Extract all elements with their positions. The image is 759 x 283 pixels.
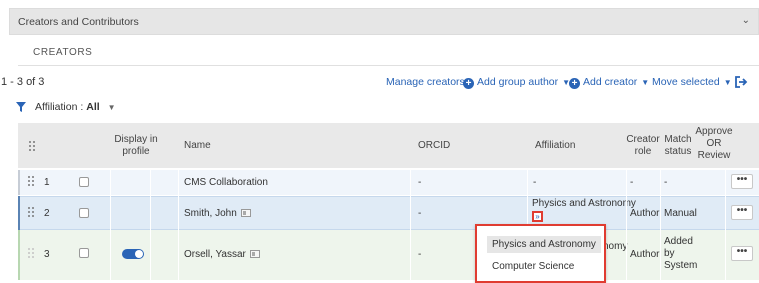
section-title: Creators and Contributors — [18, 15, 139, 28]
add-creator-button[interactable]: + Add creator ▼ — [569, 76, 649, 89]
creator-name-cell[interactable]: Smith, John — [184, 208, 251, 219]
row-number: 3 — [44, 249, 50, 260]
manage-creators-link[interactable]: Manage creators — [386, 76, 465, 88]
drag-handle-icon[interactable] — [29, 141, 37, 152]
column-divider — [178, 170, 179, 280]
display-in-profile-toggle[interactable] — [122, 249, 144, 259]
column-divider — [725, 170, 726, 280]
table-row[interactable] — [18, 170, 759, 195]
tab-creators[interactable]: CREATORS — [33, 47, 92, 58]
column-approve-line2: OR — [706, 138, 722, 149]
match-status-line1: Added — [664, 236, 693, 247]
filter-icon — [16, 102, 26, 112]
column-approve-line3: Review — [697, 150, 731, 161]
creator-name[interactable]: CMS Collaboration — [184, 177, 268, 188]
expand-icon[interactable]: » — [532, 211, 543, 222]
affiliation-value: - — [533, 177, 537, 188]
row-checkbox[interactable] — [79, 248, 89, 258]
creator-name: Smith, John — [184, 208, 237, 219]
match-status-value: - — [664, 177, 668, 188]
creator-name: Orsell, Yassar — [184, 249, 246, 260]
column-divider — [626, 170, 627, 280]
row-actions-button[interactable]: ••• — [731, 246, 753, 261]
orcid-value: - — [418, 249, 422, 260]
match-status-value: Manual — [664, 208, 697, 219]
orcid-value: - — [418, 177, 422, 188]
column-divider — [410, 170, 411, 280]
row-number: 1 — [44, 177, 50, 188]
row-checkbox[interactable] — [79, 177, 89, 187]
toolbar: 1 - 3 of 3 Manage creators + Add group au… — [0, 74, 759, 90]
row-indicator — [18, 230, 20, 280]
row-actions-button[interactable]: ••• — [731, 205, 753, 220]
orcid-value: - — [418, 208, 422, 219]
tab-divider — [18, 65, 759, 66]
column-display-line1: Display in — [114, 134, 158, 145]
filter-label: Affiliation : — [35, 101, 84, 113]
column-role-line1: Creator — [626, 134, 660, 145]
chevron-down-icon: ▼ — [641, 78, 650, 87]
row-indicator — [18, 196, 20, 230]
move-selected-label: Move selected — [652, 76, 720, 88]
add-group-author-label: Add group author — [477, 76, 559, 88]
add-creator-label: Add creator — [583, 76, 638, 88]
creator-role-value: - — [630, 177, 634, 188]
match-status-line3: System — [664, 260, 698, 271]
column-orcid[interactable]: ORCID — [418, 140, 450, 152]
row-actions-button[interactable]: ••• — [731, 174, 753, 189]
column-match-line2: status — [664, 146, 692, 157]
row-checkbox[interactable] — [79, 208, 89, 218]
column-approve-line1: Approve — [695, 126, 733, 137]
column-match-status[interactable]: Match status — [662, 134, 694, 158]
creator-name-cell[interactable]: Orsell, Yassar — [184, 249, 260, 260]
column-match-line1: Match — [664, 134, 692, 145]
row-number: 2 — [44, 208, 50, 219]
id-card-icon[interactable] — [240, 209, 251, 217]
column-name[interactable]: Name — [184, 140, 211, 152]
column-divider — [110, 170, 111, 280]
column-divider — [660, 170, 661, 280]
column-divider — [150, 170, 151, 280]
column-approve-or-review: Approve OR Review — [695, 126, 733, 162]
chevron-down-icon[interactable]: ⌄ — [742, 15, 750, 26]
dropdown-option[interactable]: Computer Science — [487, 258, 579, 275]
chevron-down-icon: ▼ — [107, 102, 116, 112]
chevron-down-icon: ▼ — [723, 78, 732, 87]
match-status-value: Added by System — [664, 236, 697, 272]
plus-circle-icon: + — [569, 78, 580, 89]
drag-handle-icon[interactable] — [28, 176, 36, 187]
affiliation-value-partial: nomy — [603, 241, 628, 252]
column-display-line2: profile — [122, 146, 150, 157]
creator-role-value: Author — [630, 249, 660, 260]
export-icon[interactable] — [733, 74, 749, 90]
column-affiliation[interactable]: Affiliation — [535, 140, 575, 152]
match-status-line2: by — [664, 248, 675, 259]
section-header[interactable]: Creators and Contributors ⌄ — [9, 8, 759, 35]
filter-value: All — [86, 101, 100, 113]
id-card-icon[interactable] — [249, 250, 260, 258]
column-creator-role[interactable]: Creator role — [626, 134, 660, 158]
plus-circle-icon: + — [463, 78, 474, 89]
column-role-line2: role — [634, 146, 652, 157]
affiliation-value: Physics and Astronomy — [532, 198, 636, 209]
dropdown-option[interactable]: Physics and Astronomy — [487, 236, 601, 253]
column-display-in-profile: Display in profile — [106, 134, 166, 158]
affiliation-filter[interactable]: Affiliation : All ▼ — [16, 101, 116, 113]
results-count: 1 - 3 of 3 — [1, 76, 45, 88]
drag-handle-icon[interactable] — [28, 207, 36, 218]
move-selected-button[interactable]: Move selected ▼ — [652, 76, 732, 88]
drag-handle-icon[interactable] — [28, 248, 36, 259]
row-indicator — [18, 170, 20, 195]
affiliation-dropdown: Physics and Astronomy Computer Science — [475, 224, 606, 283]
add-group-author-button[interactable]: + Add group author ▼ — [463, 76, 570, 89]
creator-role-value: Author — [630, 208, 660, 219]
